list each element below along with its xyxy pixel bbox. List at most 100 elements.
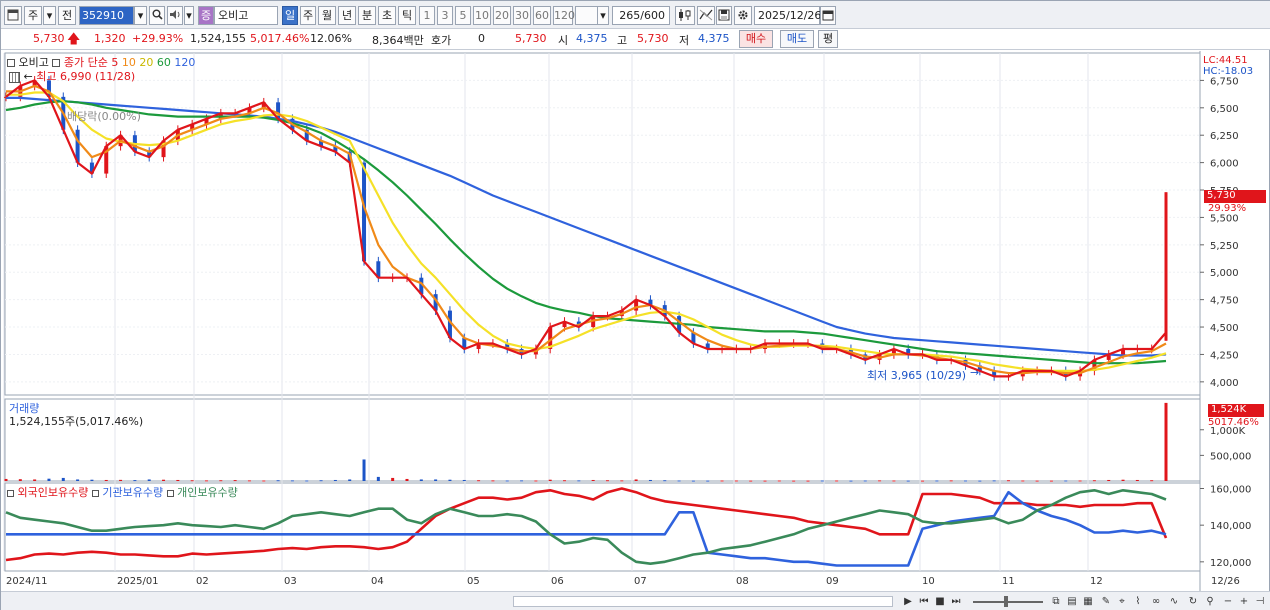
interval-button-20[interactable]: 20: [493, 6, 511, 25]
rewind-icon[interactable]: ⏮: [917, 595, 931, 609]
pattern-icon[interactable]: ⌇: [1131, 595, 1145, 609]
speaker-dropdown-icon[interactable]: ▾: [184, 6, 194, 25]
chart-layout-icon[interactable]: ▤: [1065, 595, 1079, 609]
volume-bar: [1021, 480, 1025, 482]
interval-dropdown-icon[interactable]: ▾: [597, 6, 609, 25]
legend-square-icon: [166, 489, 174, 497]
sell-button[interactable]: 매도: [780, 30, 814, 48]
price-tag-pct: 29.93%: [1208, 203, 1247, 214]
volume-bar: [820, 480, 824, 482]
volume-bar: [605, 480, 609, 482]
tab-second[interactable]: 초: [378, 6, 396, 25]
search-icon[interactable]: [149, 6, 165, 25]
draw-tool-icon[interactable]: ✎: [1099, 595, 1113, 609]
holding-y-tick-label: 140,000: [1210, 521, 1251, 532]
interval-button-30[interactable]: 30: [513, 6, 531, 25]
zoom-in-icon[interactable]: +: [1237, 595, 1251, 609]
play-icon[interactable]: ▶: [901, 595, 915, 609]
speaker-icon[interactable]: [167, 6, 183, 25]
grid-icon[interactable]: [9, 71, 20, 83]
price-tag: 5,730: [1204, 190, 1266, 203]
calendar-icon[interactable]: [820, 6, 836, 25]
date-field[interactable]: 2025/12/26: [754, 6, 821, 25]
volume-bar: [634, 479, 638, 481]
volume-bar: [247, 480, 251, 482]
zoom-slider[interactable]: [973, 601, 1043, 603]
code-dropdown-icon[interactable]: ▾: [134, 6, 147, 25]
buy-button[interactable]: 매수: [739, 30, 773, 48]
x-axis-tick-label: 10: [922, 576, 935, 587]
x-axis-tick-label: 11: [1002, 576, 1015, 587]
candle-type-icon[interactable]: [675, 6, 695, 25]
link-icon[interactable]: ∞: [1149, 595, 1163, 609]
price-y-tick-label: 4,000: [1210, 378, 1239, 389]
holding-legend-individual: 개인보유수량: [177, 486, 238, 499]
up-arrow-icon: 🡅: [67, 32, 81, 47]
interval-button-60[interactable]: 60: [533, 6, 551, 25]
volume-bar: [348, 479, 352, 481]
menu-square-icon[interactable]: [7, 59, 15, 67]
chart-area[interactable]: 2024/11 2025/01 02 03 04 05 06 07 08 09 10 11 12 12/2…: [1, 51, 1270, 591]
volume-bar: [4, 478, 8, 481]
interval-button-3[interactable]: 3: [437, 6, 453, 25]
volume-bar: [706, 480, 710, 482]
bar-count-field[interactable]: 265/600: [612, 6, 670, 25]
price-y-tick-label: 5,000: [1210, 268, 1239, 279]
panel-frame-1: [4, 398, 1201, 482]
tab-week[interactable]: 주: [300, 6, 316, 25]
indicator-icon[interactable]: [697, 6, 715, 25]
volume-bar: [477, 480, 481, 482]
tab-day[interactable]: 일: [282, 6, 298, 25]
volume-bar: [978, 480, 982, 482]
volume-bar: [162, 479, 166, 481]
stock-code-input[interactable]: 352910: [79, 6, 134, 25]
volume-bar: [763, 480, 767, 482]
volume-bar: [319, 480, 323, 482]
stock-name-field[interactable]: 오비고: [214, 6, 278, 25]
volume-bar: [792, 480, 796, 482]
panel-frame-0: [4, 52, 1201, 396]
crosshair-icon[interactable]: ⌖: [1115, 595, 1129, 609]
tab-year[interactable]: 년: [338, 6, 356, 25]
volume-bar: [734, 480, 738, 482]
fast-forward-icon[interactable]: ⏭: [949, 595, 963, 609]
interval-button-120[interactable]: 120: [553, 6, 575, 25]
interval-button-10[interactable]: 10: [473, 6, 491, 25]
high-label: 고: [617, 34, 628, 47]
tab-month[interactable]: 월: [318, 6, 336, 25]
horizontal-scrollbar[interactable]: [513, 596, 893, 607]
refresh-icon[interactable]: ↻: [1186, 595, 1200, 609]
chart-compare-icon[interactable]: ⧉: [1049, 595, 1063, 609]
period-select[interactable]: 주: [24, 6, 42, 25]
stop-icon[interactable]: ■: [933, 595, 947, 609]
grid-view-icon[interactable]: ▦: [1081, 595, 1095, 609]
interval-button-1[interactable]: 1: [419, 6, 435, 25]
wave-icon[interactable]: ∿: [1167, 595, 1181, 609]
zoom-search-icon[interactable]: ⚲: [1203, 595, 1217, 609]
tab-minute[interactable]: 분: [358, 6, 376, 25]
eval-button[interactable]: 평: [818, 30, 838, 48]
holding-y-tick-label: 160,000: [1210, 485, 1251, 496]
volume-bar: [462, 479, 466, 481]
expand-icon[interactable]: ⊣: [1253, 595, 1267, 609]
period-dropdown-icon[interactable]: ▾: [43, 6, 56, 25]
gear-icon[interactable]: [734, 6, 752, 25]
tab-tick[interactable]: 틱: [398, 6, 416, 25]
bar-count-value: 265: [619, 9, 641, 22]
holding-legend-institution: 기관보유수량: [102, 486, 164, 499]
zoom-out-icon[interactable]: −: [1221, 595, 1235, 609]
volume-bar: [233, 480, 237, 482]
volume-bar: [921, 480, 925, 482]
volume-bar: [1164, 402, 1168, 481]
zoom-slider-handle[interactable]: [1004, 596, 1008, 607]
volume-bar: [376, 476, 380, 481]
x-axis-tick-label: 12/26: [1211, 576, 1240, 587]
price-y-tick-label: 6,750: [1210, 76, 1239, 87]
save-icon[interactable]: [716, 6, 732, 25]
holding-legend-foreign: 외국인보유수량: [17, 486, 89, 499]
hoga-value: 0: [478, 32, 485, 45]
window-menu-icon[interactable]: [4, 6, 22, 25]
prev-button[interactable]: 전: [58, 6, 76, 25]
interval-button-5[interactable]: 5: [455, 6, 471, 25]
volume-bar: [276, 480, 280, 482]
